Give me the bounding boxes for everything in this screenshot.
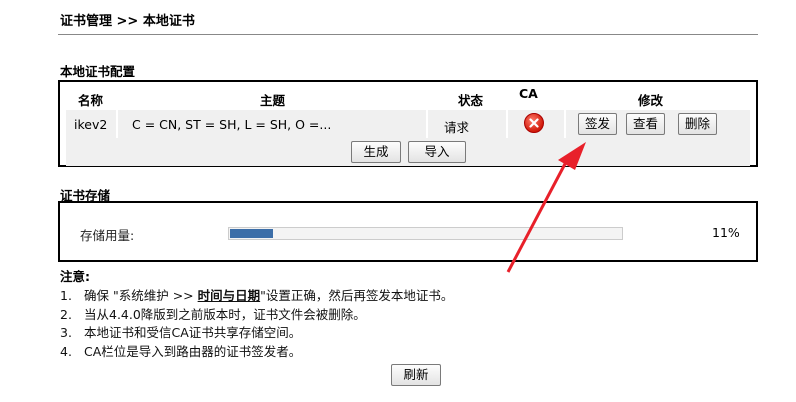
error-x-icon	[524, 113, 544, 133]
time-date-link[interactable]: 时间与日期	[198, 288, 261, 303]
cert-actions-row: 生成 导入	[66, 138, 750, 166]
note-item: 1. 确保 "系统维护 >> 时间与日期"设置正确，然后再签发本地证书。	[60, 288, 454, 303]
refresh-button[interactable]: 刷新	[391, 364, 441, 386]
breadcrumb: 证书管理 >> 本地证书	[60, 14, 195, 29]
notes-title: 注意:	[60, 269, 90, 284]
note-item: 4. CA栏位是导入到路由器的证书签发者。	[60, 344, 302, 359]
note-item: 3. 本地证书和受信CA证书共享存储空间。	[60, 325, 302, 340]
header-name: 名称	[78, 93, 104, 108]
generate-button[interactable]: 生成	[351, 141, 401, 163]
sign-button[interactable]: 签发	[578, 113, 618, 135]
cert-table: 名称 主题 状态 CA 修改 ikev2 C = CN, ST = SH, L …	[66, 84, 750, 138]
table-row: ikev2 C = CN, ST = SH, L = SH, O =... 请求…	[66, 110, 750, 138]
header-subject: 主题	[260, 93, 286, 108]
storage-progress-bar	[228, 227, 623, 240]
delete-button[interactable]: 删除	[678, 113, 718, 135]
cert-name: ikev2	[74, 117, 108, 132]
storage-percent: 11%	[712, 225, 740, 240]
storage-progress-fill	[230, 229, 273, 238]
cert-status: 请求	[444, 120, 470, 135]
header-modify: 修改	[638, 93, 664, 108]
storage-usage-label: 存储用量:	[80, 228, 135, 243]
header-ca: CA	[519, 86, 538, 101]
storage-panel: 存储用量: 11%	[58, 201, 758, 262]
note-item: 2. 当从4.4.0降版到之前版本时，证书文件会被删除。	[60, 307, 366, 322]
local-cert-panel: 名称 主题 状态 CA 修改 ikev2 C = CN, ST = SH, L …	[58, 80, 758, 167]
import-button[interactable]: 导入	[408, 141, 466, 163]
view-button[interactable]: 查看	[626, 113, 666, 135]
header-status: 状态	[458, 93, 484, 108]
title-divider	[58, 34, 758, 35]
cert-table-header: 名称 主题 状态 CA 修改	[66, 84, 750, 110]
cert-subject: C = CN, ST = SH, L = SH, O =...	[132, 117, 332, 132]
local-cert-section-title: 本地证书配置	[60, 64, 136, 79]
